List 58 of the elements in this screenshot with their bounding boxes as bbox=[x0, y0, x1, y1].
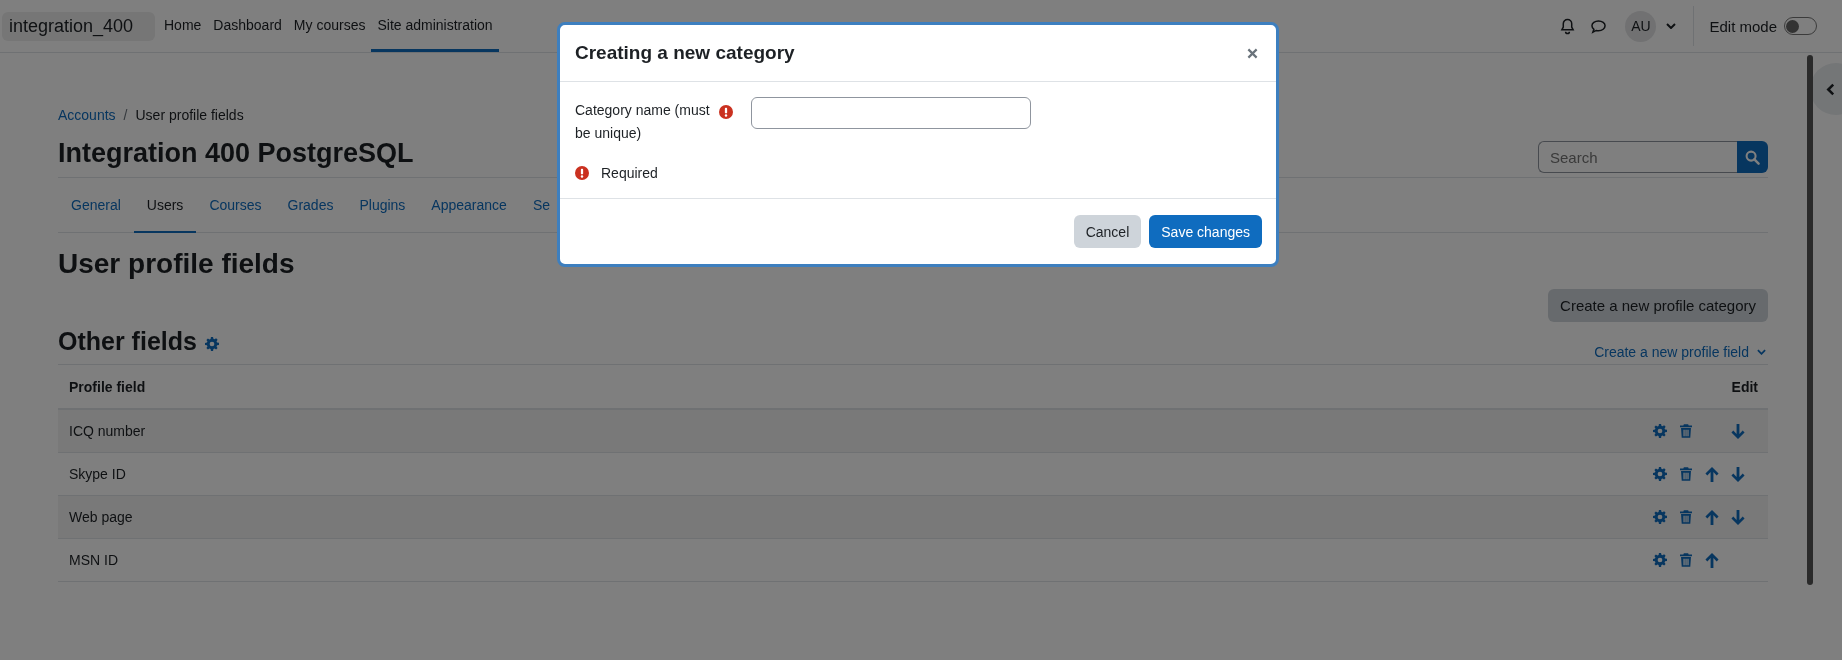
required-icon bbox=[575, 166, 589, 180]
user-avatar[interactable]: AU bbox=[1625, 10, 1657, 42]
breadcrumb-separator: / bbox=[123, 107, 128, 123]
dialog-title: Creating a new category bbox=[575, 42, 795, 64]
bell-icon[interactable] bbox=[1560, 17, 1576, 35]
tab[interactable]: Se bbox=[519, 179, 550, 233]
required-legend: Required bbox=[601, 165, 658, 181]
category-name-field[interactable] bbox=[751, 97, 1031, 129]
tab[interactable]: Plugins bbox=[346, 179, 419, 233]
gear-icon[interactable] bbox=[1653, 424, 1667, 438]
breadcrumb-current: User profile fields bbox=[135, 107, 244, 123]
column-header: Edit bbox=[1731, 378, 1758, 395]
arrow-down-icon[interactable] bbox=[1731, 466, 1745, 482]
table-cell: MSN ID bbox=[69, 552, 118, 568]
save-button[interactable]: Save changes bbox=[1149, 215, 1262, 248]
tab[interactable]: Appearance bbox=[418, 179, 520, 233]
table-cell: Skype ID bbox=[69, 466, 126, 482]
page-title: Integration 400 PostgreSQL bbox=[58, 137, 414, 169]
nav-link[interactable]: Home bbox=[158, 0, 208, 52]
arrow-down-icon[interactable] bbox=[1731, 509, 1745, 525]
scrollbar[interactable] bbox=[1807, 55, 1813, 585]
caret-icon[interactable] bbox=[1666, 23, 1677, 29]
column-header: Profile field bbox=[69, 378, 146, 395]
chat-icon[interactable] bbox=[1590, 18, 1608, 34]
cancel-button[interactable]: Cancel bbox=[1073, 215, 1142, 248]
site-name[interactable]: integration_400 bbox=[2, 11, 155, 41]
search-button[interactable] bbox=[1737, 141, 1768, 173]
arrow-down-icon[interactable] bbox=[1731, 423, 1745, 439]
field-label: Category name (must be unique) bbox=[575, 101, 711, 143]
trash-icon[interactable] bbox=[1679, 424, 1693, 438]
arrow-up-icon[interactable] bbox=[1705, 466, 1719, 482]
search-icon[interactable] bbox=[1745, 149, 1760, 165]
create-category-button[interactable]: Create a new profile category bbox=[1548, 289, 1768, 322]
nav-link[interactable]: Site administration bbox=[371, 0, 499, 52]
trash-icon[interactable] bbox=[1679, 467, 1693, 481]
tab[interactable]: Courses bbox=[196, 179, 275, 233]
gear-icon[interactable] bbox=[204, 337, 219, 351]
nav-link[interactable]: My courses bbox=[287, 0, 372, 52]
create-field-link[interactable]: Create a new profile field bbox=[1594, 344, 1749, 360]
tab[interactable]: Users bbox=[133, 179, 197, 233]
gear-icon[interactable] bbox=[1653, 467, 1667, 481]
edit-mode-label: Edit mode bbox=[1709, 17, 1777, 35]
breadcrumb-link[interactable]: Accounts bbox=[58, 107, 116, 123]
tab[interactable]: General bbox=[58, 179, 134, 233]
caret-icon[interactable] bbox=[1757, 349, 1766, 355]
gear-icon[interactable] bbox=[1653, 510, 1667, 524]
gear-icon[interactable] bbox=[1653, 553, 1667, 567]
nav-link[interactable]: Dashboard bbox=[207, 0, 288, 52]
arrow-up-icon[interactable] bbox=[1705, 552, 1719, 568]
chevron-left-icon[interactable] bbox=[1826, 82, 1835, 96]
tab[interactable]: Grades bbox=[274, 179, 347, 233]
arrow-up-icon[interactable] bbox=[1705, 509, 1719, 525]
category-heading: Other fields bbox=[58, 327, 197, 356]
trash-icon[interactable] bbox=[1679, 510, 1693, 524]
trash-icon[interactable] bbox=[1679, 553, 1693, 567]
table-cell: Web page bbox=[69, 509, 133, 525]
section-heading: User profile fields bbox=[58, 247, 296, 281]
table-cell: ICQ number bbox=[69, 423, 146, 439]
